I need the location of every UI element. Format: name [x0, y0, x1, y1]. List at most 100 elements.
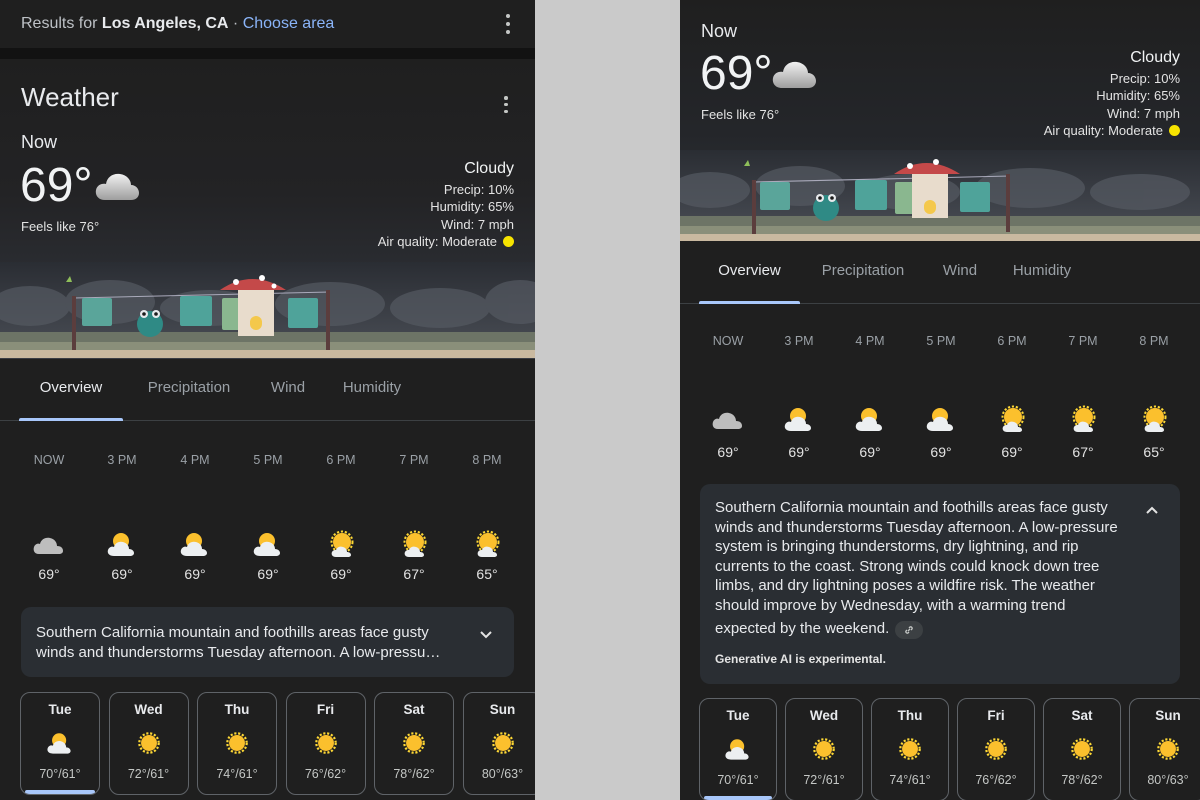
- day-name: Sun: [1155, 708, 1181, 723]
- tab-wind[interactable]: Wind: [262, 358, 314, 420]
- weather-title: Weather: [21, 82, 119, 112]
- hour-temp: 69°: [111, 566, 133, 582]
- location-name: Los Angeles, CA: [101, 15, 229, 32]
- sunny-icon: [403, 732, 425, 754]
- day-card-fri[interactable]: Fri 76°/62°: [285, 692, 366, 795]
- wind-value: Wind: 7 mph: [1107, 105, 1180, 121]
- condition-label: Cloudy: [464, 160, 514, 177]
- tab-wind[interactable]: Wind: [935, 241, 985, 303]
- summary-text: Southern California mountain and foothil…: [715, 499, 1118, 639]
- tab-precipitation[interactable]: Precipitation: [811, 241, 915, 303]
- day-temp-range: 72°/61°: [127, 767, 170, 781]
- now-label: Now: [21, 132, 58, 152]
- ai-summary-card[interactable]: Southern California mountain and foothil…: [700, 484, 1180, 684]
- air-quality-value: Air quality: Moderate: [1043, 123, 1163, 138]
- results-bar: Results for Los Angeles, CA · Choose are…: [0, 0, 535, 48]
- tab-overview[interactable]: Overview: [699, 241, 800, 304]
- humidity-value: Humidity: 65%: [1096, 88, 1180, 103]
- conditions-block: Cloudy Precip: 10% Humidity: 65% Wind: 7…: [1044, 49, 1180, 140]
- hour-time: 5 PM: [926, 334, 956, 348]
- mostly-sunny-icon: [1143, 405, 1167, 432]
- air-quality-value: Air quality: Moderate: [377, 234, 497, 249]
- results-location-text: Results for Los Angeles, CA · Choose are…: [21, 15, 335, 32]
- day-card-wed[interactable]: Wed 72°/61°: [785, 698, 863, 800]
- air-quality-dot: [503, 236, 514, 247]
- chevron-up-icon[interactable]: [1144, 502, 1160, 518]
- hour-time: NOW: [712, 334, 744, 348]
- conditions-block: Cloudy Precip: 10% Humidity: 65% Wind: 7…: [378, 160, 514, 251]
- day-card-tue[interactable]: Tue 70°/61°: [20, 692, 100, 795]
- sunny-icon: [1071, 738, 1093, 760]
- cloud-icon: [95, 173, 139, 200]
- hour-time: 8 PM: [1139, 334, 1169, 348]
- day-name: Sat: [1071, 708, 1093, 723]
- summary-text: Southern California mountain and foothil…: [36, 624, 441, 661]
- day-temp-range: 80°/63°: [481, 767, 524, 781]
- day-card-fri[interactable]: Fri 76°/62°: [957, 698, 1035, 800]
- weather-more-menu-icon[interactable]: [503, 96, 509, 113]
- day-card-tue[interactable]: Tue 70°/61°: [699, 698, 777, 800]
- hour-temp: 69°: [38, 566, 60, 582]
- partly-cloudy-icon: [253, 533, 280, 556]
- partly-cloudy-icon: [180, 533, 207, 556]
- partly-cloudy-icon: [725, 739, 749, 760]
- day-name: Tue: [726, 708, 750, 723]
- hour-time: NOW: [33, 453, 65, 467]
- hour-temp: 65°: [476, 566, 498, 582]
- mostly-sunny-icon: [476, 530, 500, 557]
- day-temp-range: 74°/61°: [216, 767, 258, 781]
- choose-area-link[interactable]: Choose area: [243, 15, 335, 32]
- hour-temp: 69°: [330, 566, 352, 582]
- hour-temp: 65°: [1143, 444, 1165, 460]
- day-name: Fri: [316, 702, 335, 717]
- day-card-thu[interactable]: Thu 74°/61°: [871, 698, 949, 800]
- hour-temp: 69°: [788, 444, 810, 460]
- partly-cloudy-icon: [107, 533, 134, 556]
- day-card-sun[interactable]: Sun 80°/63°: [462, 692, 535, 795]
- day-name: Sun: [489, 702, 516, 717]
- hour-temp: 69°: [1001, 444, 1023, 460]
- day-card-sat[interactable]: Sat 78°/62°: [1043, 698, 1121, 800]
- day-card-wed[interactable]: Wed 72°/61°: [108, 692, 189, 795]
- sunny-icon: [491, 732, 514, 754]
- cloudy-icon: [33, 537, 63, 554]
- sunny-icon: [137, 732, 160, 754]
- weather-panel-collapsed: Results for Los Angeles, CA · Choose are…: [0, 0, 535, 800]
- day-card-sun[interactable]: Sun 80°/63°: [1129, 698, 1200, 800]
- sunny-icon: [899, 738, 921, 760]
- hour-time: 6 PM: [326, 453, 356, 467]
- sunny-icon: [226, 732, 248, 754]
- current-temperature: 69°: [20, 159, 93, 212]
- results-more-menu-icon[interactable]: [505, 14, 511, 34]
- sunny-icon: [1157, 738, 1179, 760]
- hour-temp: 69°: [859, 444, 881, 460]
- tab-humidity[interactable]: Humidity: [332, 358, 412, 420]
- day-card-sat[interactable]: Sat 78°/62°: [374, 692, 454, 795]
- tab-precipitation[interactable]: Precipitation: [134, 358, 244, 420]
- partly-cloudy-icon: [784, 408, 811, 431]
- tab-humidity[interactable]: Humidity: [1003, 241, 1081, 303]
- sunny-icon: [985, 738, 1007, 760]
- air-quality-dot: [1169, 125, 1180, 136]
- chevron-down-icon[interactable]: [478, 627, 494, 643]
- day-temp-range: 78°/62°: [1061, 773, 1103, 787]
- hour-temp: 69°: [257, 566, 279, 582]
- day-temp-range: 70°/61°: [717, 773, 759, 787]
- hour-temp: 69°: [184, 566, 206, 582]
- ai-summary-card[interactable]: Southern California mountain and foothil…: [21, 607, 514, 677]
- day-name: Tue: [48, 702, 72, 717]
- hour-time: 7 PM: [399, 453, 429, 467]
- weather-tabs: Overview Precipitation Wind Humidity: [0, 358, 535, 421]
- tab-overview[interactable]: Overview: [19, 358, 123, 421]
- day-card-thu[interactable]: Thu 74°/61°: [197, 692, 277, 795]
- day-temp-range: 76°/62°: [975, 773, 1017, 787]
- day-temp-range: 76°/62°: [304, 767, 347, 781]
- source-link-icon[interactable]: [895, 621, 924, 639]
- mostly-sunny-icon: [403, 530, 427, 557]
- hour-temp: 67°: [1072, 444, 1094, 460]
- day-temp-range: 72°/61°: [803, 773, 845, 787]
- hour-time: 5 PM: [253, 453, 283, 467]
- now-label: Now: [701, 21, 738, 41]
- day-name: Wed: [809, 708, 839, 723]
- precip-value: Precip: 10%: [1109, 70, 1180, 86]
